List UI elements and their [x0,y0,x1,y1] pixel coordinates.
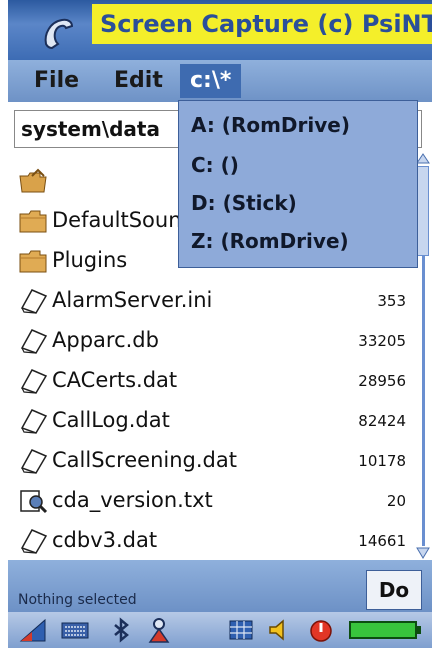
phone-handset-icon[interactable] [38,14,78,54]
file-name: DefaultSound [52,208,195,232]
folder-icon [19,250,47,273]
grid-icon[interactable] [226,616,256,644]
list-item[interactable]: cdbv3.dat 14661 [14,522,412,562]
top-status-bar: Screen Capture (c) PsiNT [8,0,432,60]
do-button[interactable]: Do [366,570,422,610]
file-size: 10178 [358,452,406,470]
connectivity-icon[interactable] [144,616,174,644]
volume-icon[interactable] [264,616,294,644]
signal-icon[interactable] [18,616,48,644]
list-item[interactable]: Apparc.db 33205 [14,322,412,362]
file-name: CACerts.dat [52,368,178,392]
taskbar [8,612,432,648]
drive-menu: A: (RomDrive) C: () D: (Stick) Z: (RomDr… [178,100,418,268]
list-item[interactable]: CACerts.dat 28956 [14,362,412,402]
document-icon [20,329,48,354]
document-icon [20,369,48,394]
file-name: Plugins [52,248,128,272]
document-icon [20,529,48,554]
folder-up-icon [19,168,47,193]
file-name: Apparc.db [52,328,159,352]
document-icon [20,409,48,434]
list-item[interactable]: CallScreening.dat 10178 [14,442,412,482]
bluetooth-icon[interactable] [106,616,136,644]
list-item[interactable]: cda_version.txt 20 [14,482,412,522]
file-name: cda_version.txt [52,488,213,512]
status-bar: Nothing selected Do [8,560,432,612]
file-name: CallLog.dat [52,408,170,432]
file-size: 28956 [358,372,406,390]
battery-icon [349,621,421,639]
screen-edge [0,0,8,648]
drive-option-z[interactable]: Z: (RomDrive) [191,223,349,259]
menu-file[interactable]: File [24,64,89,98]
drive-option-d[interactable]: D: (Stick) [191,185,297,221]
folder-icon [19,210,47,233]
file-size: 33205 [358,332,406,350]
scroll-down-icon[interactable] [416,546,430,560]
document-icon [20,449,48,474]
file-size: 14661 [358,532,406,550]
menu-drive[interactable]: c:\* [180,64,242,98]
menu-bar: File Edit c:\* [8,60,432,102]
file-size: 353 [377,292,406,310]
file-name: AlarmServer.ini [52,288,213,312]
scroll-thumb[interactable] [417,166,429,256]
list-item[interactable]: CallLog.dat 82424 [14,402,412,442]
power-icon[interactable] [306,616,336,644]
screen-capture-banner: Screen Capture (c) PsiNT [92,4,432,44]
status-text: Nothing selected [18,592,137,608]
keyboard-icon[interactable] [60,616,90,644]
file-size: 20 [386,492,406,510]
drive-option-c[interactable]: C: () [191,147,239,183]
device-screen: Screen Capture (c) PsiNT File Edit c:\* … [8,0,432,648]
scrollbar[interactable] [416,152,430,560]
document-icon [20,289,48,314]
scroll-up-icon[interactable] [416,152,430,164]
file-size: 82424 [358,412,406,430]
file-name: CallScreening.dat [52,448,237,472]
menu-edit[interactable]: Edit [104,64,173,98]
text-file-icon [20,490,48,514]
drive-option-a[interactable]: A: (RomDrive) [191,107,350,143]
list-item[interactable]: AlarmServer.ini 353 [14,282,412,322]
file-name: cdbv3.dat [52,528,158,552]
